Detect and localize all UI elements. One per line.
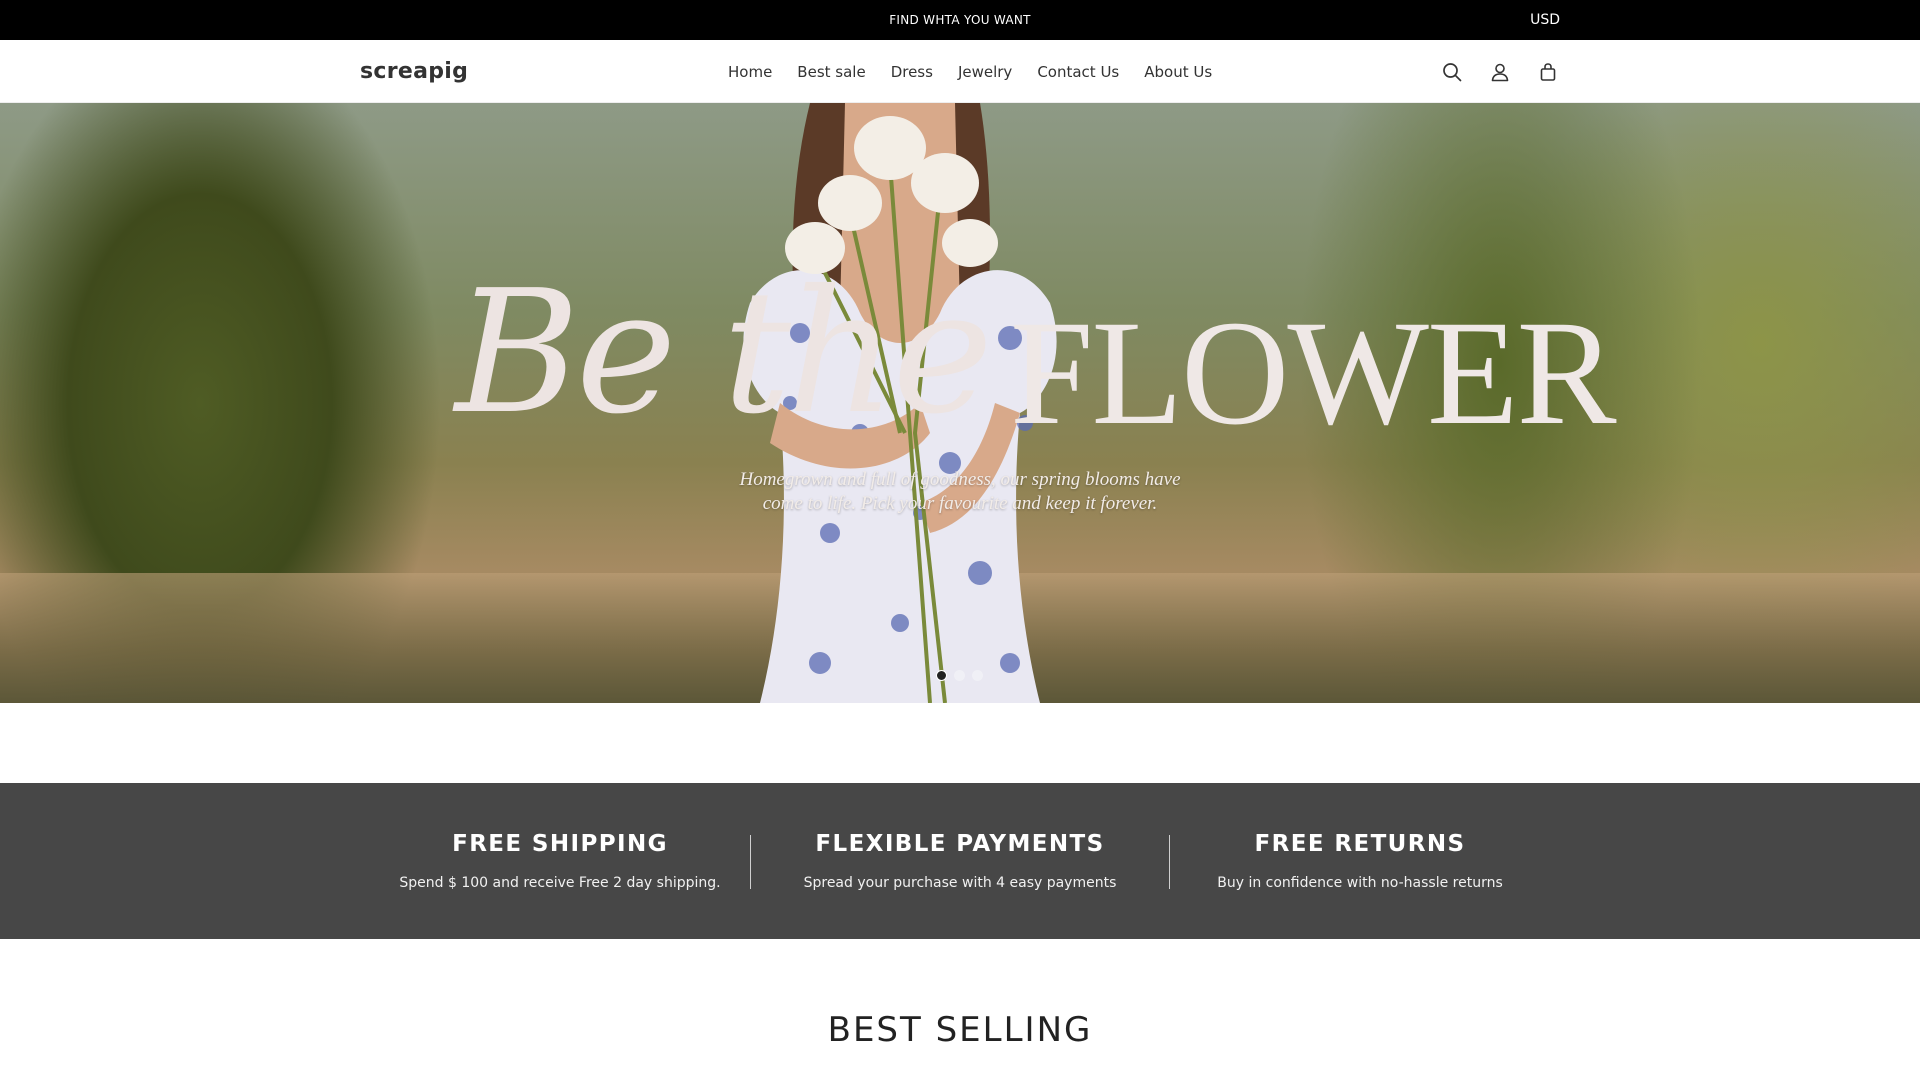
feature-flexible-payments: FLEXIBLE PAYMENTS Spread your purchase w… <box>770 783 1150 939</box>
account-icon[interactable] <box>1488 60 1512 84</box>
feature-divider <box>750 835 751 889</box>
search-icon[interactable] <box>1440 60 1464 84</box>
hero-subtitle-line1: Homegrown and full of goodness, our spri… <box>739 469 1181 490</box>
nav-about-us[interactable]: About Us <box>1144 63 1212 81</box>
hero-title: Be the FLOWER <box>455 254 1617 452</box>
slider-dot-2[interactable] <box>954 670 965 681</box>
slider-dot-1[interactable] <box>936 670 947 681</box>
slider-dots <box>936 670 990 681</box>
announcement-bar: FIND WHTA YOU WANT USD <box>0 0 1920 40</box>
slider-dot-3[interactable] <box>972 670 983 681</box>
nav-jewelry[interactable]: Jewelry <box>958 63 1012 81</box>
nav-dress[interactable]: Dress <box>891 63 933 81</box>
feature-free-returns: FREE RETURNS Buy in confidence with no-h… <box>1190 783 1530 939</box>
nav-best-sale[interactable]: Best sale <box>797 63 865 81</box>
feature-title: FLEXIBLE PAYMENTS <box>815 831 1105 857</box>
hero-subtitle: Homegrown and full of goodness, our spri… <box>710 468 1210 516</box>
feature-title: FREE RETURNS <box>1254 831 1466 857</box>
hero-subtitle-line2: come to life. Pick your favourite and ke… <box>762 493 1158 514</box>
site-logo[interactable]: screapig <box>360 40 468 103</box>
cart-icon[interactable] <box>1536 60 1560 84</box>
nav-contact-us[interactable]: Contact Us <box>1037 63 1119 81</box>
announcement-text: FIND WHTA YOU WANT <box>889 13 1031 27</box>
feature-free-shipping: FREE SHIPPING Spend $ 100 and receive Fr… <box>380 783 740 939</box>
header-icons <box>1440 40 1584 103</box>
features-bar: FREE SHIPPING Spend $ 100 and receive Fr… <box>0 783 1920 939</box>
main-nav: Home Best sale Dress Jewelry Contact Us … <box>728 40 1237 103</box>
currency-selector[interactable]: USD <box>1530 0 1560 40</box>
best-selling-heading: BEST SELLING <box>827 1010 1093 1050</box>
feature-divider <box>1169 835 1170 889</box>
site-header: screapig Home Best sale Dress Jewelry Co… <box>0 40 1920 103</box>
hero-title-caps: FLOWER <box>1010 290 1617 456</box>
hero-title-script: Be the <box>455 254 993 452</box>
feature-text: Buy in confidence with no-hassle returns <box>1217 875 1503 891</box>
hero-banner[interactable]: Be the FLOWER Homegrown and full of good… <box>0 103 1920 703</box>
nav-home[interactable]: Home <box>728 63 772 81</box>
feature-text: Spend $ 100 and receive Free 2 day shipp… <box>399 875 721 891</box>
feature-text: Spread your purchase with 4 easy payment… <box>803 875 1117 891</box>
feature-title: FREE SHIPPING <box>452 831 668 857</box>
